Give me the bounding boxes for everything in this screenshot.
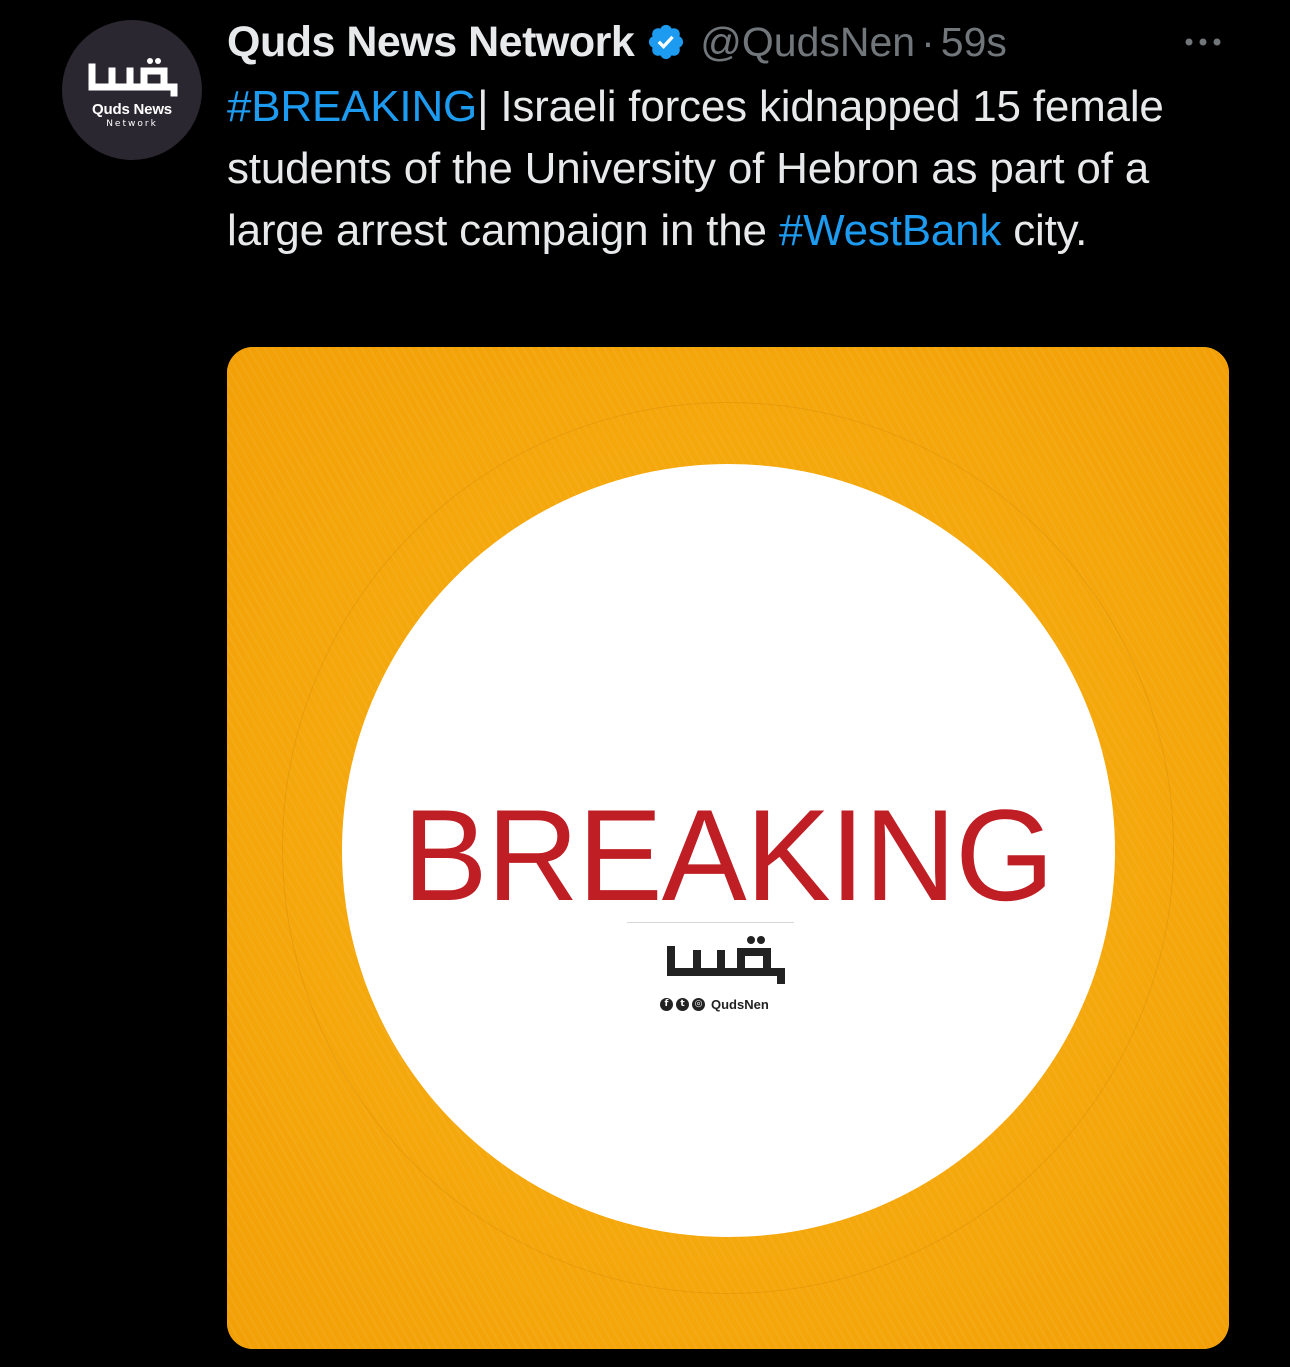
quds-logo-icon — [88, 58, 178, 97]
avatar[interactable]: Quds News Network — [62, 20, 202, 160]
facebook-icon: f — [660, 998, 673, 1011]
media-social-row: f t ◎ QudsNen — [660, 997, 769, 1012]
avatar-label: Quds News — [92, 101, 172, 118]
hashtag-westbank[interactable]: #WestBank — [779, 206, 1002, 255]
author-name[interactable]: Quds News Network — [227, 18, 635, 67]
instagram-icon: ◎ — [692, 998, 705, 1011]
tweet-media-image[interactable]: BREAKING f t ◎ QudsNen — [227, 347, 1229, 1349]
verified-badge-icon[interactable] — [646, 22, 686, 62]
hashtag-breaking[interactable]: #BREAKING — [227, 82, 477, 131]
tweet-text: #BREAKING| Israeli forces kidnapped 15 f… — [227, 76, 1247, 262]
more-options-icon[interactable] — [1180, 22, 1226, 62]
tweet-header: Quds News Network @QudsNen · 59s — [227, 14, 1007, 70]
separator-dot: · — [921, 18, 935, 65]
author-handle[interactable]: @QudsNen — [700, 19, 915, 66]
media-headline: BREAKING — [402, 782, 1055, 928]
avatar-sublabel: Network — [106, 119, 158, 129]
media-divider — [627, 922, 794, 923]
timestamp[interactable]: 59s — [941, 19, 1007, 66]
media-watermark-handle: QudsNen — [711, 997, 769, 1012]
quds-watermark-logo-icon — [667, 936, 785, 984]
tweet-text-part2: city. — [1001, 206, 1088, 255]
twitter-icon: t — [676, 998, 689, 1011]
tweet[interactable]: Quds News Network Quds News Network @Qud… — [0, 0, 1290, 1367]
